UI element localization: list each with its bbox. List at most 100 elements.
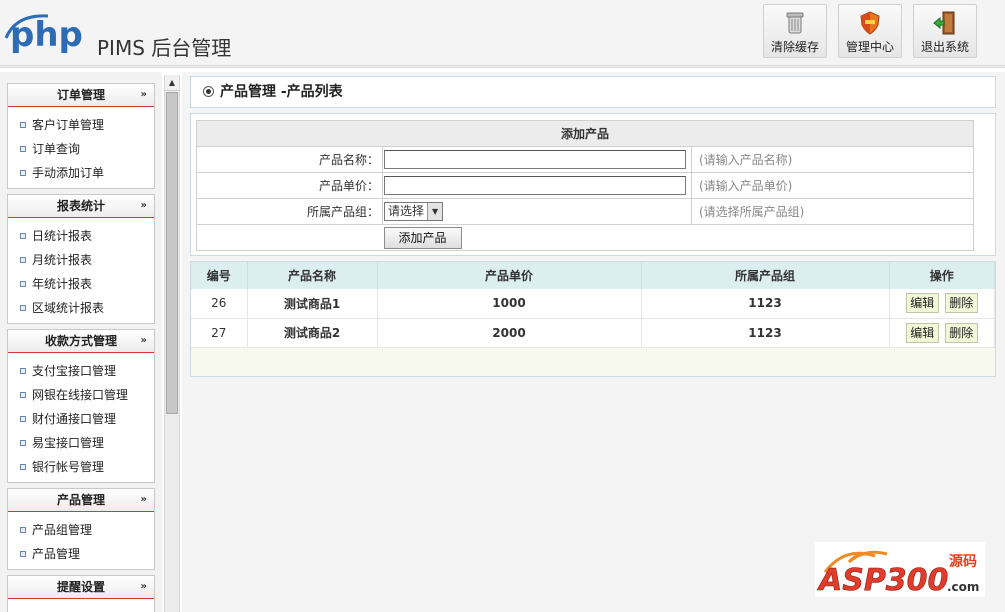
group-title: 收款方式管理 — [44, 334, 117, 348]
sidebar-item-daily-report[interactable]: 日统计报表 — [8, 224, 154, 248]
chevron-down-icon[interactable]: » — [141, 330, 147, 352]
cell-id: 27 — [191, 318, 248, 348]
product-group-select[interactable]: 请选择 ▼ — [384, 202, 444, 221]
sidebar-item-label: 订单查询 — [32, 142, 81, 156]
product-name-label: 产品名称： — [196, 146, 383, 173]
sidebar-group-header[interactable]: 收款方式管理 » — [8, 330, 154, 353]
scrollbar-thumb[interactable] — [166, 92, 178, 414]
add-product-panel: 添加产品 产品名称： (请输入产品名称) 产品单价： (请输入产品单价) 所属产… — [190, 113, 996, 256]
group-title: 产品管理 — [56, 493, 105, 507]
sidebar-item-label: 易宝接口管理 — [32, 436, 105, 450]
sidebar-item-tenpay[interactable]: 财付通接口管理 — [8, 407, 154, 431]
bullet-icon — [20, 439, 26, 446]
sidebar-group-header[interactable]: 产品管理 » — [8, 489, 154, 512]
sidebar-item-alipay[interactable]: 支付宝接口管理 — [8, 359, 154, 383]
logout-button[interactable]: 退出系统 — [913, 4, 977, 58]
svg-text:php: php — [10, 15, 83, 54]
delete-button[interactable]: 删除 — [944, 322, 978, 343]
sidebar-item-product-groups[interactable]: 产品组管理 — [8, 518, 154, 542]
bullet-icon — [20, 145, 26, 152]
sidebar-item-label: 网银在线接口管理 — [32, 388, 129, 402]
cell-id: 26 — [191, 289, 248, 319]
edit-button[interactable]: 编辑 — [905, 322, 939, 343]
sidebar-group-payment: 收款方式管理» 支付宝接口管理 网银在线接口管理 财付通接口管理 易宝接口管理 … — [7, 329, 155, 483]
col-name-header: 产品名称 — [247, 262, 378, 289]
add-product-button[interactable]: 添加产品 — [383, 226, 462, 249]
sidebar-item-chinabank[interactable]: 网银在线接口管理 — [8, 383, 154, 407]
sidebar-item-label: 财付通接口管理 — [32, 412, 117, 426]
main-content: 产品管理 -产品列表 添加产品 产品名称： (请输入产品名称) 产品单价： (请… — [182, 72, 1005, 612]
sidebar-group-reminders: 提醒设置 » — [7, 575, 155, 612]
col-id-header: 编号 — [191, 262, 248, 289]
sidebar-group-reports: 报表统计 » 日统计报表 月统计报表 年统计报表 区域统计报表 — [7, 194, 155, 324]
product-price-input[interactable] — [384, 176, 686, 195]
bullet-icon — [20, 169, 26, 176]
sidebar: 订单管理 » 客户订单管理 订单查询 手动添加订单 报表统计 » 日统计报表 月统计… — [0, 72, 162, 612]
admin-center-label: 管理中心 — [845, 40, 894, 54]
bullet-icon — [20, 280, 26, 287]
sidebar-group-header[interactable]: 报表统计 » — [8, 195, 154, 218]
sidebar-item-add-order[interactable]: 手动添加订单 — [8, 161, 154, 185]
clear-cache-label: 清除缓存 — [770, 40, 819, 54]
top-header: php PIMS 后台管理 清除缓存 管理中心 退出系统 — [0, 0, 1005, 68]
delete-button[interactable]: 删除 — [944, 293, 978, 314]
svg-text:.com: .com — [947, 580, 979, 594]
product-list-panel: 编号 产品名称 产品单价 所属产品组 操作 26 测试商品1 1000 1123… — [190, 261, 996, 377]
sidebar-group-header[interactable]: 提醒设置 » — [8, 576, 154, 599]
product-group-hint: (请选择所属产品组) — [691, 198, 974, 225]
bullet-icon — [20, 550, 26, 557]
table-header-row: 编号 产品名称 产品单价 所属产品组 操作 — [191, 262, 995, 289]
bullet-icon — [20, 367, 26, 374]
select-value: 请选择 — [388, 204, 425, 218]
product-price-hint: (请输入产品单价) — [691, 172, 974, 199]
cell-actions: 编辑 删除 — [889, 289, 995, 319]
bullet-icon — [20, 526, 26, 533]
sidebar-item-label: 产品组管理 — [32, 523, 93, 537]
bullet-icon — [20, 463, 26, 470]
group-title: 报表统计 — [56, 199, 105, 213]
clear-cache-button[interactable]: 清除缓存 — [763, 4, 827, 58]
cell-group: 1123 — [641, 318, 890, 348]
php-logo-icon: php — [4, 14, 83, 54]
scroll-up-arrow-icon[interactable]: ▲ — [165, 75, 179, 91]
sidebar-item-region-report[interactable]: 区域统计报表 — [8, 296, 154, 320]
chevron-down-icon[interactable]: » — [141, 84, 147, 106]
product-table: 编号 产品名称 产品单价 所属产品组 操作 26 测试商品1 1000 1123… — [191, 262, 995, 348]
asp300-watermark-logo: ASP300 源码 .com — [815, 542, 985, 597]
sidebar-item-customer-orders[interactable]: 客户订单管理 — [8, 113, 154, 137]
sidebar-item-order-query[interactable]: 订单查询 — [8, 137, 154, 161]
cell-price: 2000 — [377, 318, 642, 348]
sidebar-item-yearly-report[interactable]: 年统计报表 — [8, 272, 154, 296]
sidebar-item-bank-account[interactable]: 银行帐号管理 — [8, 455, 154, 479]
sidebar-item-label: 银行帐号管理 — [32, 460, 105, 474]
col-price-header: 产品单价 — [377, 262, 642, 289]
add-product-form: 添加产品 产品名称： (请输入产品名称) 产品单价： (请输入产品单价) 所属产… — [196, 120, 974, 251]
chevron-down-icon[interactable]: ▼ — [427, 203, 443, 220]
sidebar-item-monthly-report[interactable]: 月统计报表 — [8, 248, 154, 272]
bullet-icon — [20, 232, 26, 239]
product-name-input[interactable] — [384, 150, 686, 169]
admin-center-button[interactable]: 管理中心 — [838, 4, 902, 58]
chevron-down-icon[interactable]: » — [141, 195, 147, 217]
page-title: 产品管理 -产品列表 — [220, 84, 343, 100]
sidebar-item-label: 日统计报表 — [32, 229, 93, 243]
sidebar-item-label: 客户订单管理 — [32, 118, 105, 132]
bullet-icon — [20, 415, 26, 422]
bullet-icon — [20, 121, 26, 128]
sidebar-item-yeepay[interactable]: 易宝接口管理 — [8, 431, 154, 455]
shield-icon — [860, 11, 880, 35]
sidebar-item-label: 年统计报表 — [32, 277, 93, 291]
sidebar-scrollbar[interactable]: ▲ — [164, 75, 180, 612]
exit-door-icon — [933, 11, 955, 35]
bullet-icon — [20, 304, 26, 311]
group-title: 提醒设置 — [56, 580, 105, 594]
chevron-down-icon[interactable]: » — [141, 489, 147, 511]
cell-name: 测试商品1 — [247, 289, 378, 319]
product-name-hint: (请输入产品名称) — [691, 146, 974, 173]
cell-name: 测试商品2 — [247, 318, 378, 348]
chevron-down-icon[interactable]: » — [141, 576, 147, 598]
sidebar-group-header[interactable]: 订单管理 » — [8, 84, 154, 107]
edit-button[interactable]: 编辑 — [905, 293, 939, 314]
cell-price: 1000 — [377, 289, 642, 319]
sidebar-item-products[interactable]: 产品管理 — [8, 542, 154, 566]
